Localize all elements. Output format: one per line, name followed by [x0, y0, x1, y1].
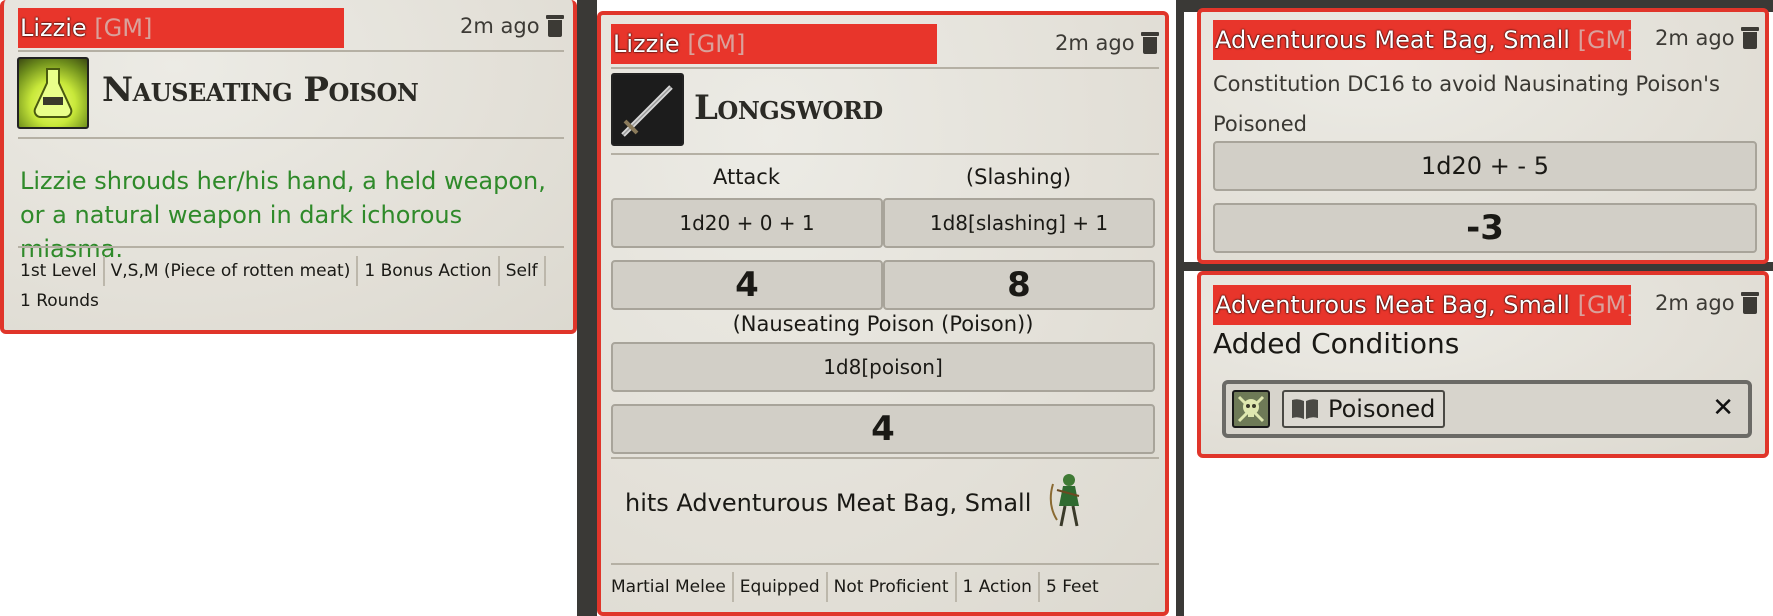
message-sender[interactable]: Adventurous Meat Bag, Small [GM] — [1213, 285, 1631, 325]
gm-tag: [GM] — [1577, 26, 1631, 54]
condition-row: Poisoned ✕ — [1222, 380, 1752, 438]
damage-formula[interactable]: 1d8[slashing] + 1 — [883, 198, 1155, 248]
speaker-name: Adventurous Meat Bag, Small — [1215, 291, 1570, 319]
message-meta: 2m ago — [1055, 31, 1159, 55]
property-tag: Equipped — [734, 572, 828, 602]
divider — [18, 137, 564, 139]
chat-message-attack: Lizzie [GM] 2m ago Longsword Attack (Sla… — [597, 11, 1169, 616]
trash-icon[interactable] — [1740, 292, 1759, 314]
attack-formula[interactable]: 1d20 + 0 + 1 — [611, 198, 883, 248]
save-formula[interactable]: 1d20 + - 5 — [1213, 141, 1757, 191]
save-total[interactable]: -3 — [1213, 203, 1757, 253]
attack-total[interactable]: 4 — [611, 260, 883, 310]
chat-background-bottom — [1176, 458, 1184, 616]
message-sender[interactable]: Adventurous Meat Bag, Small [GM] — [1213, 20, 1631, 60]
divider — [18, 246, 564, 248]
skull-crossbones-icon[interactable] — [1232, 390, 1270, 428]
message-meta: 2m ago — [460, 14, 564, 38]
speaker-name: Lizzie — [613, 30, 680, 58]
gm-tag: [GM] — [94, 14, 153, 42]
property-tag: 1 Action — [957, 572, 1040, 602]
target-token-icon[interactable] — [1043, 470, 1093, 530]
spell-properties: 1st Level V,S,M (Piece of rotten meat) 1 B… — [20, 256, 565, 316]
property-tag: 1st Level — [20, 256, 105, 286]
message-meta: 2m ago — [1655, 291, 1759, 315]
item-title[interactable]: Nauseating Poison — [102, 70, 419, 110]
spell-description: Lizzie shrouds her/his hand, a held weap… — [20, 167, 546, 263]
message-timestamp: 2m ago — [460, 14, 540, 38]
poison-total[interactable]: 4 — [611, 404, 1155, 454]
divider — [18, 50, 564, 52]
speaker-name: Adventurous Meat Bag, Small — [1215, 26, 1570, 54]
condition-name: Poisoned — [1328, 395, 1436, 423]
message-meta: 2m ago — [1655, 26, 1759, 50]
gm-tag: [GM] — [1577, 291, 1631, 319]
damage-label: (Slashing) — [965, 165, 1072, 189]
divider — [611, 153, 1159, 155]
property-tag: V,S,M (Piece of rotten meat) — [105, 256, 359, 286]
property-tag: Martial Melee — [611, 572, 734, 602]
property-tag: Self — [500, 256, 546, 286]
chat-message-spell: Lizzie [GM] 2m ago Nauseating Poison Liz… — [0, 0, 577, 334]
conditions-heading: Added Conditions — [1213, 327, 1460, 360]
message-timestamp: 2m ago — [1655, 291, 1735, 315]
divider — [611, 563, 1159, 565]
item-title[interactable]: Longsword — [694, 88, 883, 128]
gm-tag: [GM] — [687, 30, 746, 58]
property-tag: Not Proficient — [828, 572, 957, 602]
speaker-name: Lizzie — [20, 14, 87, 42]
trash-icon[interactable] — [1140, 32, 1159, 54]
poison-flask-icon[interactable] — [17, 57, 89, 129]
divider — [611, 457, 1159, 459]
hit-result-text: hits Adventurous Meat Bag, Small — [625, 489, 1032, 517]
attack-label: Attack — [712, 165, 781, 189]
property-tag: 5 Feet — [1045, 577, 1099, 597]
saving-throw-text: Constitution DC16 to avoid Nausinating P… — [1213, 72, 1720, 136]
divider — [611, 67, 1159, 69]
longsword-icon[interactable] — [611, 73, 684, 146]
damage-total[interactable]: 8 — [883, 260, 1155, 310]
condition-link[interactable]: Poisoned — [1282, 390, 1446, 428]
chat-divider-left — [577, 0, 597, 616]
trash-icon[interactable] — [1740, 27, 1759, 49]
chat-message-conditions: Adventurous Meat Bag, Small [GM] 2m ago … — [1197, 271, 1769, 458]
trash-icon[interactable] — [545, 15, 564, 37]
property-tag: 1 Rounds — [20, 291, 99, 311]
book-icon — [1290, 397, 1320, 421]
message-sender[interactable]: Lizzie [GM] — [18, 8, 344, 48]
weapon-properties: Martial Melee Equipped Not Proficient 1 Act… — [611, 572, 1159, 602]
message-sender[interactable]: Lizzie [GM] — [611, 24, 937, 64]
poison-formula[interactable]: 1d8[poison] — [611, 342, 1155, 392]
message-timestamp: 2m ago — [1655, 26, 1735, 50]
message-timestamp: 2m ago — [1055, 31, 1135, 55]
poison-damage-label: (Nauseating Poison (Poison)) — [732, 312, 1034, 336]
close-icon[interactable]: ✕ — [1712, 388, 1734, 428]
property-tag: 1 Bonus Action — [358, 256, 500, 286]
chat-message-saving-throw: Adventurous Meat Bag, Small [GM] 2m ago … — [1197, 8, 1769, 264]
